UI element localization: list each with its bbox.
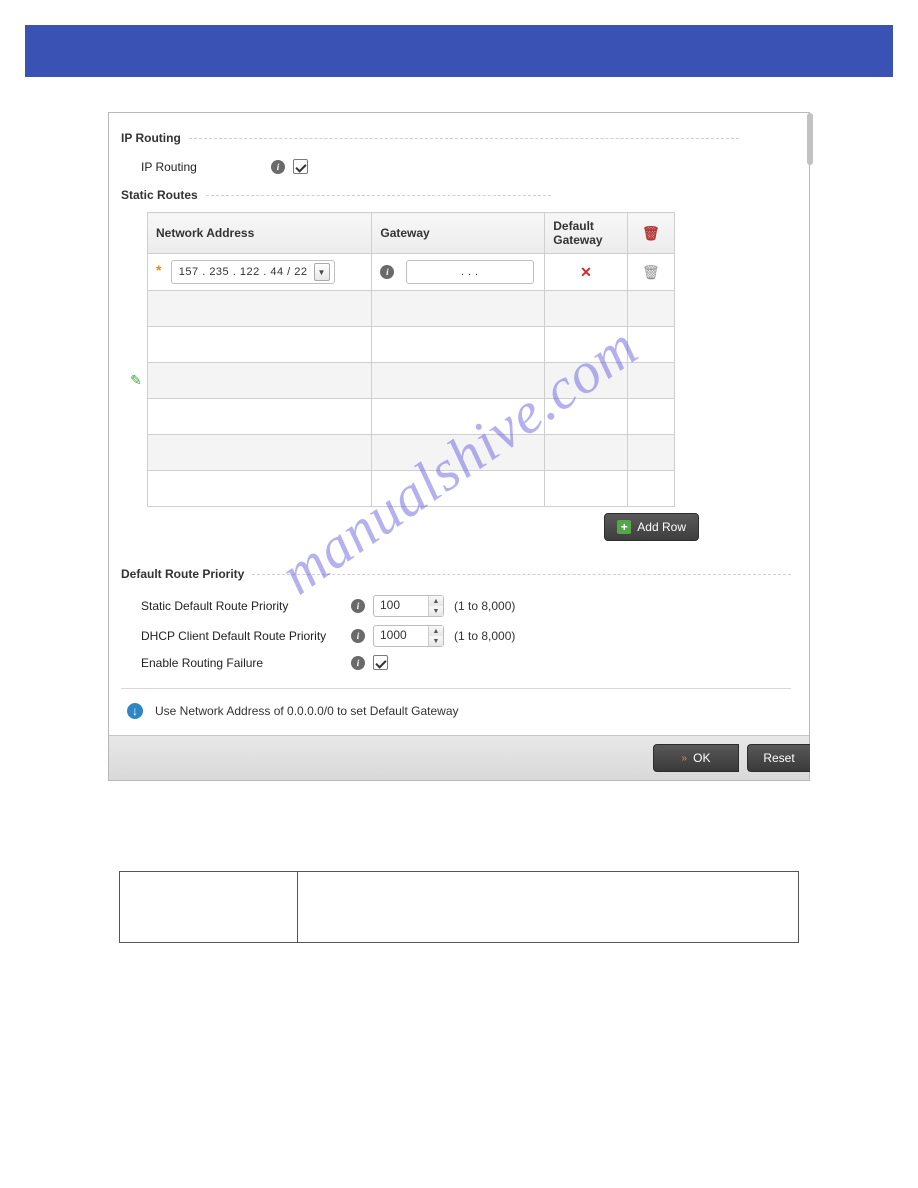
section-title-default-route-priority: Default Route Priority [121, 567, 252, 581]
table-row [148, 363, 675, 399]
enable-routing-failure-checkbox[interactable] [373, 655, 388, 670]
dialog-button-bar: » OK Reset [109, 735, 809, 780]
info-down-icon: ↓ [127, 703, 143, 719]
ip-routing-checkbox[interactable] [293, 159, 308, 174]
reset-label: Reset [763, 751, 794, 765]
stepper-up-icon[interactable]: ▲ [429, 596, 443, 606]
chevron-right-icon: » [682, 753, 688, 764]
cell [298, 872, 799, 943]
stepper-up-icon[interactable]: ▲ [429, 626, 443, 636]
ok-label: OK [693, 751, 710, 765]
footnote: ↓ Use Network Address of 0.0.0.0/0 to se… [121, 699, 791, 727]
ip-routing-label: IP Routing [141, 160, 271, 174]
col-delete: 🗑 [627, 213, 674, 254]
enable-routing-failure-label: Enable Routing Failure [141, 656, 351, 670]
static-priority-input[interactable]: 100 ▲▼ [373, 595, 444, 617]
range-hint: (1 to 8,000) [454, 629, 515, 643]
add-row-label: Add Row [637, 520, 686, 534]
cell [120, 872, 298, 943]
info-icon[interactable]: i [271, 160, 285, 174]
table-row [148, 291, 675, 327]
cidr-dropdown-icon[interactable]: ▼ [314, 263, 330, 281]
range-hint: (1 to 8,000) [454, 599, 515, 613]
static-priority-label: Static Default Route Priority [141, 599, 351, 613]
dhcp-priority-label: DHCP Client Default Route Priority [141, 629, 351, 643]
static-priority-value: 100 [374, 596, 428, 616]
info-icon[interactable]: i [380, 265, 394, 279]
info-icon[interactable]: i [351, 656, 365, 670]
page-header-bar [25, 25, 893, 77]
delete-row-icon[interactable]: 🗑 [642, 264, 660, 280]
section-rule [206, 195, 551, 196]
table-row [148, 399, 675, 435]
stepper-down-icon[interactable]: ▼ [429, 606, 443, 616]
static-routes-table: Network Address Gateway Default Gateway … [147, 212, 675, 507]
scrollbar-thumb[interactable] [807, 113, 813, 165]
info-icon[interactable]: i [351, 629, 365, 643]
add-row-button[interactable]: + Add Row [604, 513, 699, 541]
network-address-input[interactable]: 157 . 235 . 122 . 44 / 22 ▼ [171, 260, 335, 284]
table-row [148, 435, 675, 471]
table-row [148, 471, 675, 507]
table-row: * 157 . 235 . 122 . 44 / 22 ▼ i . . [148, 254, 675, 291]
section-ip-routing: IP Routing IP Routing i [121, 131, 791, 178]
info-icon[interactable]: i [351, 599, 365, 613]
section-rule [189, 138, 739, 139]
gateway-input[interactable]: . . . [406, 260, 534, 284]
reset-button[interactable]: Reset [747, 744, 810, 772]
section-default-route-priority: Default Route Priority Static Default Ro… [121, 567, 791, 674]
table-header-row: Network Address Gateway Default Gateway … [148, 213, 675, 254]
table-row [120, 872, 799, 943]
default-gateway-x-icon[interactable]: ✕ [580, 264, 592, 280]
divider [121, 688, 791, 689]
required-icon: * [156, 262, 161, 278]
gateway-value: . . . [458, 266, 482, 278]
plus-icon: + [617, 520, 631, 534]
network-address-value: 157 . 235 . 122 . 44 / 22 [176, 266, 311, 278]
col-gateway: Gateway [372, 213, 545, 254]
footnote-text: Use Network Address of 0.0.0.0/0 to set … [155, 704, 459, 718]
edit-icon[interactable]: ✎ [130, 372, 142, 389]
section-title-ip-routing: IP Routing [121, 131, 189, 145]
empty-lower-table [119, 871, 799, 943]
section-static-routes: Static Routes ✎ Network Address Gateway … [121, 188, 791, 541]
col-network-address: Network Address [148, 213, 372, 254]
section-rule [252, 574, 791, 575]
ok-button[interactable]: » OK [653, 744, 739, 772]
trash-icon[interactable]: 🗑 [642, 225, 660, 241]
table-row [148, 327, 675, 363]
section-title-static-routes: Static Routes [121, 188, 206, 202]
dhcp-priority-value: 1000 [374, 626, 428, 646]
dhcp-priority-input[interactable]: 1000 ▲▼ [373, 625, 444, 647]
config-panel: manualshive.com IP Routing IP Routing i … [108, 112, 810, 781]
col-default-gateway: Default Gateway [545, 213, 628, 254]
stepper-down-icon[interactable]: ▼ [429, 636, 443, 646]
